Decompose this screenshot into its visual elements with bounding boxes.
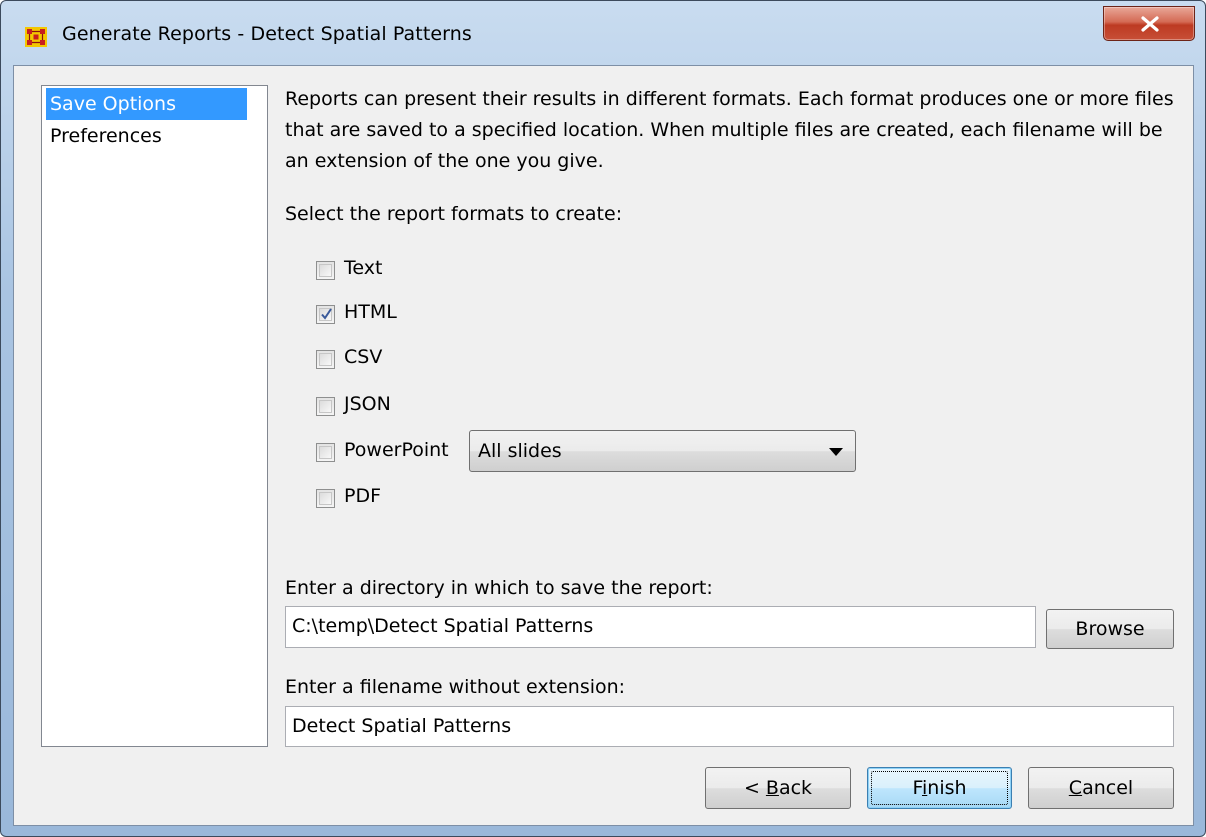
sidebar-item-save-options[interactable]: Save Options xyxy=(46,88,247,120)
back-prefix: < xyxy=(743,777,766,799)
checkmark-icon xyxy=(321,308,332,320)
description-text: Reports can present their results in dif… xyxy=(285,88,1174,172)
csv-checkbox-label: CSV xyxy=(344,346,383,368)
pdf-checkbox-label: PDF xyxy=(344,485,382,507)
pdf-checkbox[interactable] xyxy=(316,489,335,508)
dialog-body: Save Options Preferences Reports can pre… xyxy=(13,65,1194,826)
finish-prefix: F xyxy=(912,777,922,799)
cancel-mnemonic: C xyxy=(1068,777,1083,799)
dialog-window: Generate Reports - Detect Spatial Patter… xyxy=(0,0,1206,837)
directory-label: Enter a directory in which to save the r… xyxy=(285,577,713,599)
close-button[interactable] xyxy=(1103,6,1195,41)
powerpoint-checkbox-label: PowerPoint xyxy=(344,439,449,461)
cancel-button-label: Cancel xyxy=(1069,777,1133,799)
sidebar-item-label: Save Options xyxy=(50,93,176,115)
html-checkbox-label: HTML xyxy=(344,301,397,323)
json-checkbox-label: JSON xyxy=(344,393,391,415)
json-checkbox[interactable] xyxy=(316,397,335,416)
chevron-down-icon xyxy=(829,448,843,456)
finish-button[interactable]: Finish xyxy=(867,767,1012,809)
text-checkbox[interactable] xyxy=(316,261,335,280)
cancel-rest: ancel xyxy=(1082,777,1134,799)
browse-button-label: Browse xyxy=(1075,618,1145,640)
back-mnemonic: B xyxy=(765,777,779,799)
powerpoint-slides-value: All slides xyxy=(478,440,562,462)
sidebar-item-label: Preferences xyxy=(50,125,162,147)
directory-input[interactable]: C:\temp\Detect Spatial Patterns xyxy=(285,606,1036,648)
back-rest: ack xyxy=(778,777,813,799)
browse-button[interactable]: Browse xyxy=(1046,609,1174,649)
finish-rest: nish xyxy=(927,777,967,799)
text-checkbox-label: Text xyxy=(344,257,383,279)
cancel-button[interactable]: Cancel xyxy=(1028,767,1174,809)
powerpoint-slides-select[interactable]: All slides xyxy=(469,430,856,472)
app-network-icon xyxy=(25,27,47,47)
back-button-label: < Back xyxy=(744,777,812,799)
window-title: Generate Reports - Detect Spatial Patter… xyxy=(62,23,472,45)
close-icon xyxy=(1141,16,1159,32)
sidebar-item-preferences[interactable]: Preferences xyxy=(46,120,166,152)
finish-button-label: Finish xyxy=(912,777,966,799)
csv-checkbox[interactable] xyxy=(316,350,335,369)
powerpoint-checkbox[interactable] xyxy=(316,443,335,462)
options-list: Save Options Preferences xyxy=(41,85,268,747)
html-checkbox[interactable] xyxy=(316,305,335,324)
filename-input[interactable]: Detect Spatial Patterns xyxy=(285,706,1174,747)
formats-label: Select the report formats to create: xyxy=(285,203,623,225)
back-button[interactable]: < Back xyxy=(705,767,851,809)
filename-label: Enter a filename without extension: xyxy=(285,676,626,698)
title-bar[interactable]: Generate Reports - Detect Spatial Patter… xyxy=(1,1,1205,71)
